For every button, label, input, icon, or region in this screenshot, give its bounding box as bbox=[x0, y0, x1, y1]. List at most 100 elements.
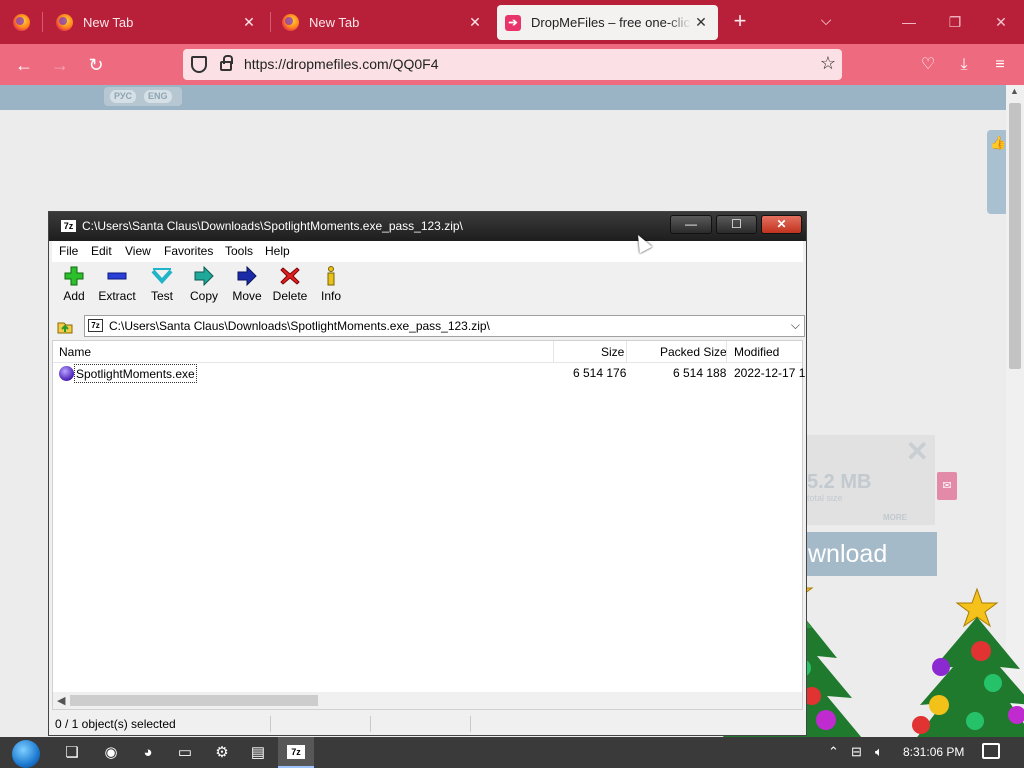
menu-view[interactable]: View bbox=[125, 244, 151, 258]
like-side-tab[interactable]: 👍 bbox=[987, 130, 1006, 214]
close-button[interactable]: ✕ bbox=[761, 215, 802, 234]
column-divider[interactable] bbox=[626, 341, 627, 363]
close-window-button[interactable]: ✕ bbox=[978, 0, 1024, 44]
menu-file[interactable]: File bbox=[59, 244, 78, 258]
notifications-icon[interactable] bbox=[982, 743, 1000, 759]
file-list[interactable]: Name Size Packed Size Modified Spotlight… bbox=[52, 340, 806, 710]
firefox-icon[interactable]: ◕ bbox=[136, 741, 160, 765]
status-divider bbox=[470, 716, 471, 732]
lock-icon[interactable] bbox=[220, 55, 233, 71]
forward-button[interactable]: → bbox=[46, 52, 74, 78]
minimize-window-button[interactable]: — bbox=[886, 0, 932, 44]
move-button[interactable]: Move bbox=[227, 266, 267, 310]
lang-ru[interactable]: РУС bbox=[110, 90, 136, 103]
file-name[interactable]: SpotlightMoments.exe bbox=[74, 364, 197, 383]
taskbar: ❏ ◉ ◕ ▭ ⚙ ▤ 7z ⌃ ⊟ 🔈︎ 8:31:06 PM bbox=[0, 737, 1024, 768]
move-icon bbox=[237, 266, 257, 286]
menu-favorites[interactable]: Favorites bbox=[164, 244, 213, 258]
tab-close-icon[interactable]: ✕ bbox=[239, 12, 259, 32]
extract-button[interactable]: Extract bbox=[95, 266, 139, 310]
download-info-panel: ✕ 5.2 MB total size MORE bbox=[805, 435, 935, 525]
delete-button[interactable]: Delete bbox=[270, 266, 310, 310]
firefox-view-button[interactable] bbox=[0, 0, 42, 44]
notepad-icon[interactable]: ▤ bbox=[246, 741, 270, 765]
start-button[interactable] bbox=[8, 739, 44, 768]
new-tab-button[interactable]: + bbox=[728, 10, 752, 34]
status-bar: 0 / 1 object(s) selected bbox=[52, 714, 803, 734]
info-button[interactable]: Info bbox=[314, 266, 348, 310]
7zip-window: 7z C:\Users\Santa Claus\Downloads\Spotli… bbox=[48, 211, 807, 736]
column-divider[interactable] bbox=[553, 341, 554, 363]
window-title-bar[interactable]: 7z C:\Users\Santa Claus\Downloads\Spotli… bbox=[49, 212, 806, 241]
file-size: 6 514 176 bbox=[573, 366, 627, 380]
firefox-icon bbox=[282, 13, 299, 31]
column-size[interactable]: Size bbox=[601, 345, 624, 359]
file-explorer-icon[interactable]: ▭ bbox=[173, 741, 197, 765]
scrollbar-thumb[interactable] bbox=[70, 695, 318, 706]
column-name[interactable]: Name bbox=[59, 345, 91, 359]
firefox-icon bbox=[12, 13, 30, 31]
menu-tools[interactable]: Tools bbox=[225, 244, 253, 258]
test-icon bbox=[151, 268, 173, 284]
scrollbar-thumb[interactable] bbox=[1009, 103, 1021, 369]
chrome-icon[interactable]: ◉ bbox=[99, 741, 123, 765]
feedback-icon[interactable]: ✉ bbox=[937, 472, 957, 500]
scroll-up-arrow-icon[interactable]: ▲ bbox=[1010, 86, 1019, 96]
column-packed-size[interactable]: Packed Size bbox=[660, 345, 727, 359]
volume-icon[interactable]: 🔈︎ bbox=[875, 744, 883, 760]
path-bar: 7z C:\Users\Santa Claus\Downloads\Spotli… bbox=[52, 314, 805, 337]
list-all-tabs-button[interactable]: ⌵ bbox=[814, 12, 838, 32]
tab-new-tab-1[interactable]: New Tab ✕ bbox=[50, 0, 265, 44]
copy-icon bbox=[194, 266, 214, 286]
restore-window-button[interactable]: ❐ bbox=[932, 0, 978, 44]
show-hidden-icons-icon[interactable]: ⌃ bbox=[828, 744, 839, 760]
back-button[interactable]: ← bbox=[10, 52, 38, 78]
clock[interactable]: 8:31:06 PM bbox=[903, 745, 964, 759]
info-icon bbox=[327, 266, 335, 286]
tab-new-tab-2[interactable]: New Tab ✕ bbox=[276, 0, 491, 44]
list-header: Name Size Packed Size Modified bbox=[53, 341, 802, 363]
column-modified[interactable]: Modified bbox=[734, 345, 779, 359]
settings-gear-icon[interactable]: ⚙ bbox=[210, 741, 234, 765]
delete-icon bbox=[280, 267, 300, 285]
menu-help[interactable]: Help bbox=[265, 244, 290, 258]
downloads-icon[interactable]: ⤓ bbox=[952, 54, 976, 76]
maximize-button[interactable]: ☐ bbox=[716, 215, 757, 234]
more-link[interactable]: MORE bbox=[883, 513, 907, 522]
task-view-icon[interactable]: ❏ bbox=[60, 741, 84, 765]
path-text[interactable]: C:\Users\Santa Claus\Downloads\Spotlight… bbox=[109, 319, 490, 333]
url-bar[interactable]: https://dropmefiles.com/QQ0F4 ☆ bbox=[183, 49, 842, 80]
menu-icon[interactable]: ≡ bbox=[988, 54, 1012, 76]
tab-title: New Tab bbox=[309, 14, 360, 30]
file-row[interactable]: SpotlightMoments.exe 6 514 176 6 514 188… bbox=[53, 364, 806, 383]
taskbar-7zip-button[interactable]: 7z bbox=[278, 737, 314, 768]
chevron-down-icon[interactable]: ⌵ bbox=[791, 318, 800, 333]
extract-label: Extract bbox=[98, 289, 136, 303]
file-modified: 2022-12-17 1 bbox=[734, 366, 806, 380]
minimize-button[interactable]: — bbox=[670, 215, 712, 234]
lang-en[interactable]: ENG bbox=[144, 90, 172, 103]
url-text[interactable]: https://dropmefiles.com/QQ0F4 bbox=[244, 56, 439, 72]
test-button[interactable]: Test bbox=[142, 266, 182, 310]
copy-button[interactable]: Copy bbox=[184, 266, 224, 310]
column-divider[interactable] bbox=[726, 341, 727, 363]
network-icon[interactable]: ⊟ bbox=[851, 744, 862, 760]
tab-dropmefiles[interactable]: ➔ DropMeFiles – free one-click file shar… bbox=[497, 5, 718, 40]
total-size: 5.2 MB bbox=[807, 471, 872, 493]
path-combobox[interactable]: 7z C:\Users\Santa Claus\Downloads\Spotli… bbox=[84, 315, 805, 337]
pocket-icon[interactable]: ♡ bbox=[916, 54, 940, 76]
tracking-protection-icon[interactable] bbox=[191, 56, 207, 73]
tab-title: New Tab bbox=[83, 14, 134, 30]
7zip-icon: 7z bbox=[287, 745, 305, 759]
bookmark-star-icon[interactable]: ☆ bbox=[820, 53, 836, 74]
executable-file-icon bbox=[59, 366, 74, 381]
tab-close-icon[interactable]: ✕ bbox=[465, 12, 485, 32]
close-panel-icon[interactable]: ✕ bbox=[906, 435, 929, 468]
folder-up-icon[interactable] bbox=[56, 317, 74, 335]
tab-close-icon[interactable]: ✕ bbox=[692, 13, 710, 31]
horizontal-scrollbar[interactable]: ◀ bbox=[53, 692, 802, 709]
menu-edit[interactable]: Edit bbox=[91, 244, 112, 258]
reload-button[interactable]: ↻ bbox=[82, 52, 110, 78]
add-button[interactable]: Add bbox=[55, 266, 93, 310]
scroll-left-arrow-icon[interactable]: ◀ bbox=[57, 694, 65, 707]
